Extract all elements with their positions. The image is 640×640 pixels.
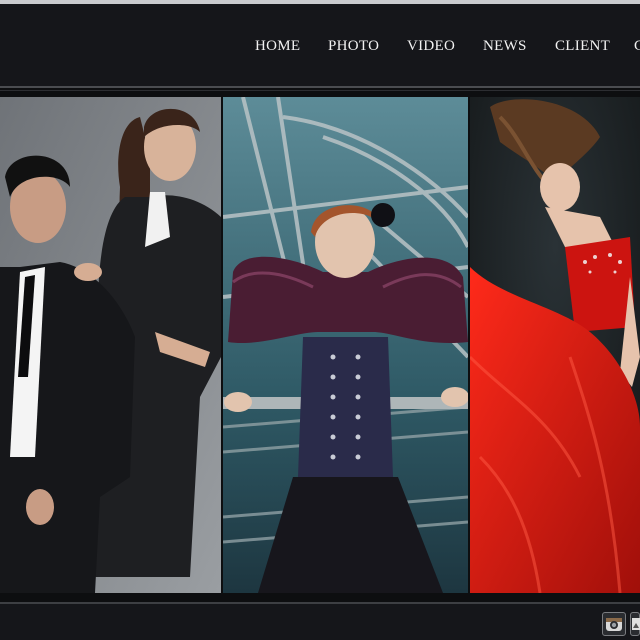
photo-gallery bbox=[0, 97, 640, 593]
instagram-icon bbox=[606, 618, 622, 631]
instagram-button[interactable] bbox=[602, 612, 626, 636]
photo-corset-image bbox=[223, 97, 468, 593]
gallery-photo-couple[interactable] bbox=[0, 97, 221, 593]
photo-couple-image bbox=[0, 97, 221, 593]
gallery-photo-corset[interactable] bbox=[223, 97, 468, 593]
photo-app-button[interactable] bbox=[630, 612, 640, 636]
gallery-photo-red-gown[interactable] bbox=[470, 97, 640, 593]
nav-news[interactable]: NEWS bbox=[483, 38, 527, 55]
nav-photo[interactable]: PHOTO bbox=[328, 38, 379, 55]
header-divider bbox=[0, 86, 640, 88]
nav-more-cutoff[interactable]: C bbox=[634, 38, 640, 55]
footer-bar bbox=[0, 604, 640, 640]
photo-app-icon bbox=[632, 618, 640, 630]
photo-red-gown-image bbox=[470, 97, 640, 593]
nav-video[interactable]: VIDEO bbox=[407, 38, 455, 55]
header-divider-thin bbox=[0, 90, 640, 91]
header-bar bbox=[0, 4, 640, 86]
nav-home[interactable]: HOME bbox=[255, 38, 300, 55]
nav-client[interactable]: CLIENT bbox=[555, 38, 610, 55]
